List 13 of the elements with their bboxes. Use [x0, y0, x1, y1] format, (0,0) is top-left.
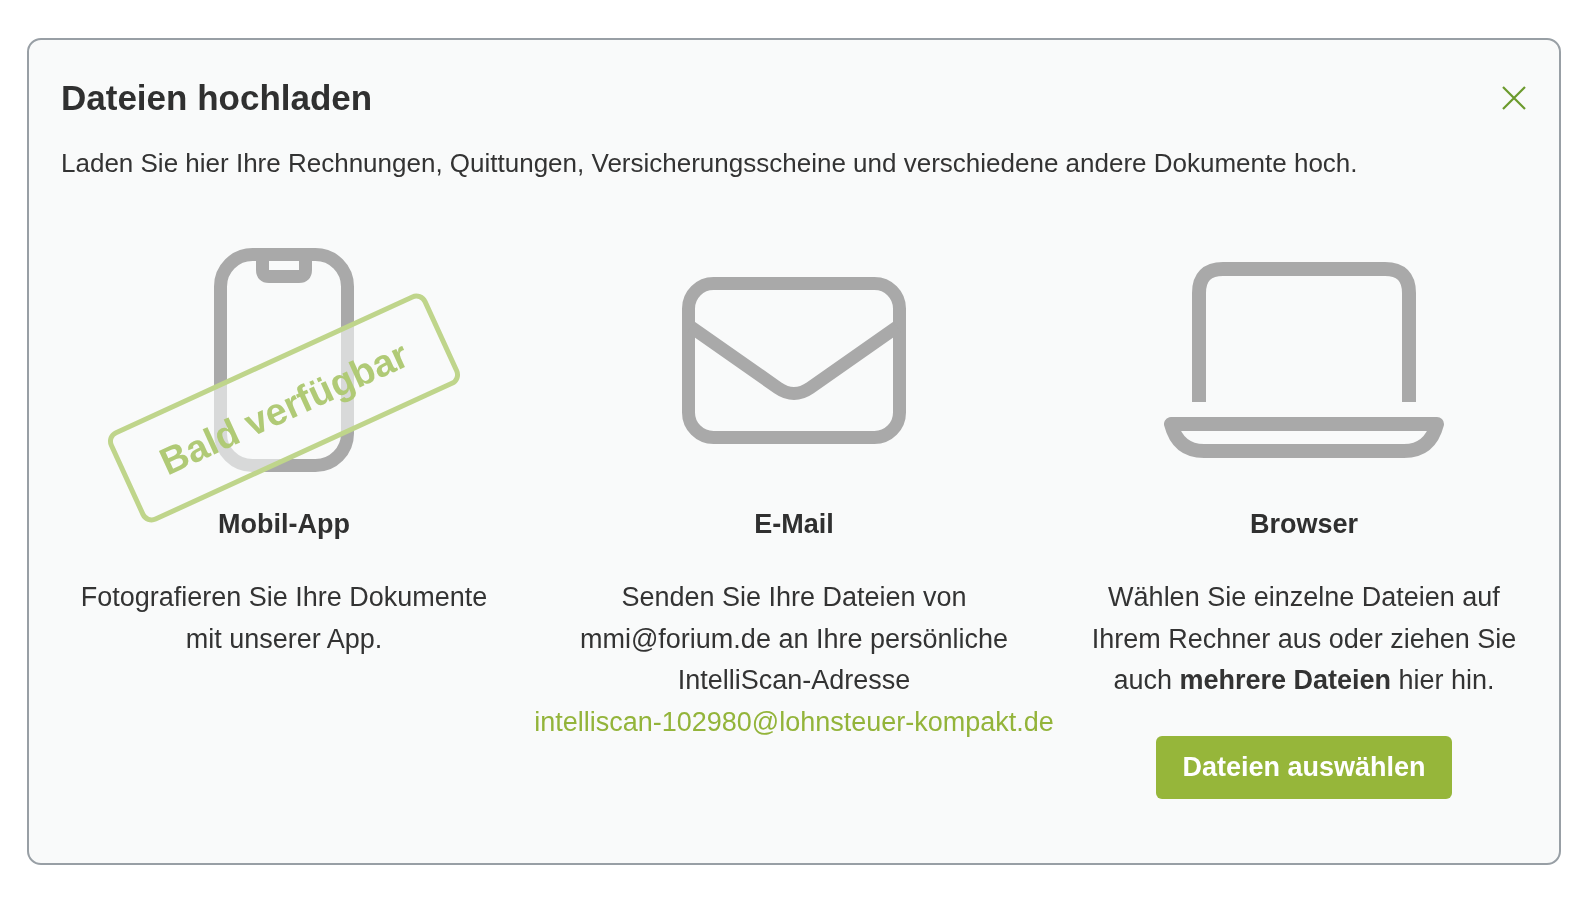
option-description: Fotografieren Sie Ihre Dokumente mit unserer App.	[79, 581, 489, 656]
close-icon	[1502, 86, 1526, 110]
select-files-button[interactable]: Dateien auswählen	[1156, 735, 1452, 799]
dialog-description: Laden Sie hier Ihre Rechnungen, Quittungen, Versicherungsscheine und verschiedene andere Dokumente hoch.	[60, 147, 1359, 180]
option-title: Browser	[1249, 508, 1358, 541]
envelope-icon	[682, 276, 906, 444]
email-address-link[interactable]: intelliscan-102980@lohnsteuer-kompakt.de	[534, 706, 1054, 737]
dialog-title: Dateien hochladen	[61, 77, 373, 119]
option-description: Senden Sie Ihre Dateien von mmi@forium.de an Ihre persönliche IntelliScan-Adresse intelliscan-102980@lohnsteuer-kompakt.de	[533, 581, 1055, 739]
close-button[interactable]	[1501, 85, 1527, 111]
laptop-icon	[1164, 262, 1444, 458]
option-title: E-Mail	[754, 508, 834, 541]
option-description: Wählen Sie einzelne Dateien auf Ihrem Rechner aus oder ziehen Sie auch mehrere Dateien hier hin.	[1090, 581, 1518, 697]
